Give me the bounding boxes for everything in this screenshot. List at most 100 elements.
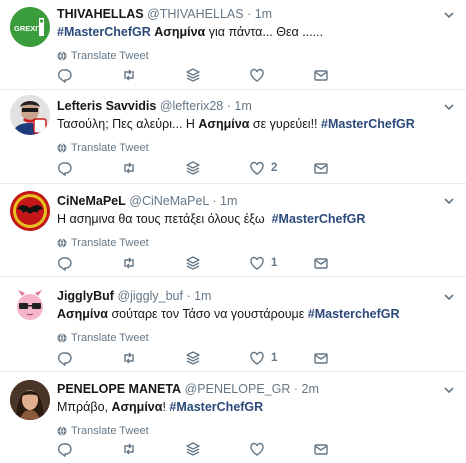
retweet-icon (124, 69, 134, 81)
timestamp[interactable]: 1m (255, 7, 272, 21)
direct-message-button[interactable] (313, 160, 377, 176)
display-name[interactable]: CiNeMaPeL (57, 194, 126, 208)
tweet-header: CiNeMaPeL @CiNeMaPeL · 1m (57, 193, 442, 209)
like-button[interactable]: 2 (249, 160, 313, 176)
display-name[interactable]: JigglyBuf (57, 289, 114, 303)
reply-button[interactable] (57, 441, 121, 457)
grexit-logo-icon: GREXIT (10, 7, 50, 47)
jigglypuff-avatar-icon (10, 285, 50, 325)
avatar[interactable] (10, 380, 50, 420)
layers-icon (186, 68, 200, 82)
avatar[interactable] (10, 285, 50, 325)
hashtag-link[interactable]: #MasterchefGR (308, 307, 400, 321)
user-handle[interactable]: @PENELOPE_GR (185, 382, 291, 396)
retweet-button[interactable] (121, 441, 185, 457)
retweet-button[interactable] (121, 67, 185, 83)
envelope-icon (314, 70, 328, 81)
hashtag-link[interactable]: #MasterChefGR (169, 400, 263, 414)
tweet-feed: GREXIT THIVAHELLAS @THIVAHELLAS · 1m #Ma… (0, 0, 466, 463)
separator-dot: · (293, 382, 299, 396)
translate-tweet-link[interactable]: Translate Tweet (57, 424, 442, 438)
like-button[interactable] (249, 441, 313, 457)
reply-button[interactable] (57, 255, 121, 271)
reply-button[interactable] (57, 350, 121, 366)
tweet[interactable]: CiNeMaPeL @CiNeMaPeL · 1m Η ασημινα θα τ… (0, 184, 466, 277)
translate-tweet-link[interactable]: Translate Tweet (57, 141, 442, 155)
tweet-text: Μπράβο, Ασημίνα! #MasterChefGR (57, 399, 442, 416)
display-name[interactable]: THIVAHELLAS (57, 7, 144, 21)
chevron-down-icon[interactable] (442, 290, 456, 304)
heart-icon (250, 351, 264, 365)
reply-icon (57, 443, 72, 457)
like-button[interactable]: 1 (249, 350, 313, 366)
timestamp[interactable]: 2m (302, 382, 319, 396)
hashtag-link[interactable]: #MasterChefGR (272, 212, 366, 226)
separator-dot: · (212, 194, 217, 208)
display-name[interactable]: Lefteris Savvidis (57, 99, 156, 113)
like-button[interactable]: 1 (249, 255, 313, 271)
translate-label: Translate Tweet (71, 332, 149, 344)
user-handle[interactable]: @jiggly_buf (117, 289, 183, 303)
envelope-icon (314, 444, 328, 455)
globe-icon (57, 143, 67, 153)
retweet-button[interactable] (121, 350, 185, 366)
tweet[interactable]: JigglyBuf @jiggly_buf · 1m Ασημίνα σούτα… (0, 277, 466, 372)
thundercats-logo-icon (10, 191, 50, 231)
layers-icon (186, 351, 200, 365)
reply-button[interactable] (57, 160, 121, 176)
translate-tweet-link[interactable]: Translate Tweet (57, 236, 442, 250)
reply-icon (57, 162, 72, 176)
user-photo-icon (10, 95, 50, 135)
chevron-down-icon[interactable] (442, 383, 456, 397)
text-segment: για πάντα... Θεα ...... (205, 25, 324, 39)
chevron-down-icon[interactable] (442, 100, 456, 114)
user-handle[interactable]: @THIVAHELLAS (147, 7, 244, 21)
direct-message-button[interactable] (313, 67, 377, 83)
envelope-icon (314, 163, 328, 174)
translate-tweet-link[interactable]: Translate Tweet (57, 49, 442, 63)
like-button[interactable] (249, 67, 313, 83)
tweet[interactable]: PENELOPE MANETA @PENELOPE_GR · 2m Μπράβο… (0, 372, 466, 463)
tweet-text: Η ασημινα θα τους πετάξει όλους έξω #Mas… (57, 211, 442, 228)
tweet[interactable]: GREXIT THIVAHELLAS @THIVAHELLAS · 1m #Ma… (0, 0, 466, 90)
retweet-icon (124, 257, 134, 269)
hashtag-link[interactable]: #MasterChefGR (321, 117, 415, 131)
chevron-down-icon[interactable] (442, 194, 456, 208)
retweet-button[interactable] (121, 255, 185, 271)
avatar[interactable] (10, 191, 50, 231)
tweet[interactable]: Lefteris Savvidis @lefterix28 · 1m Τασού… (0, 90, 466, 184)
reply-button[interactable] (57, 67, 121, 83)
avatar[interactable]: GREXIT (10, 7, 50, 47)
chevron-down-icon[interactable] (442, 8, 456, 22)
timestamp[interactable]: 1m (220, 194, 237, 208)
timestamp[interactable]: 1m (194, 289, 211, 303)
text-segment: σε γυρεύει!! (249, 117, 321, 131)
retweet-button[interactable] (121, 160, 185, 176)
tweet-text: Ασημίνα σούταρε τον Τάσο να γουστάρουμε … (57, 306, 442, 323)
moment-button[interactable] (185, 255, 249, 271)
hashtag-link[interactable]: #MasterChefGR (57, 25, 151, 39)
moment-button[interactable] (185, 350, 249, 366)
timestamp[interactable]: 1m (234, 99, 251, 113)
tweet-header: THIVAHELLAS @THIVAHELLAS · 1m (57, 6, 442, 22)
reply-icon (57, 352, 72, 366)
direct-message-button[interactable] (313, 255, 377, 271)
globe-icon (57, 333, 67, 343)
direct-message-button[interactable] (313, 350, 377, 366)
tweet-actions: 2 (57, 158, 377, 178)
heart-icon (250, 442, 264, 456)
avatar[interactable] (10, 95, 50, 135)
user-handle[interactable]: @CiNeMaPeL (129, 194, 209, 208)
translate-tweet-link[interactable]: Translate Tweet (57, 331, 442, 345)
globe-icon (57, 51, 67, 61)
moment-button[interactable] (185, 441, 249, 457)
display-name[interactable]: PENELOPE MANETA (57, 382, 181, 396)
highlighted-term: Ασημίνα (154, 25, 206, 39)
moment-button[interactable] (185, 160, 249, 176)
heart-icon (250, 161, 264, 175)
moment-button[interactable] (185, 67, 249, 83)
tweet-actions (57, 65, 377, 85)
retweet-icon (124, 443, 134, 455)
direct-message-button[interactable] (313, 441, 377, 457)
user-handle[interactable]: @lefterix28 (160, 99, 223, 113)
